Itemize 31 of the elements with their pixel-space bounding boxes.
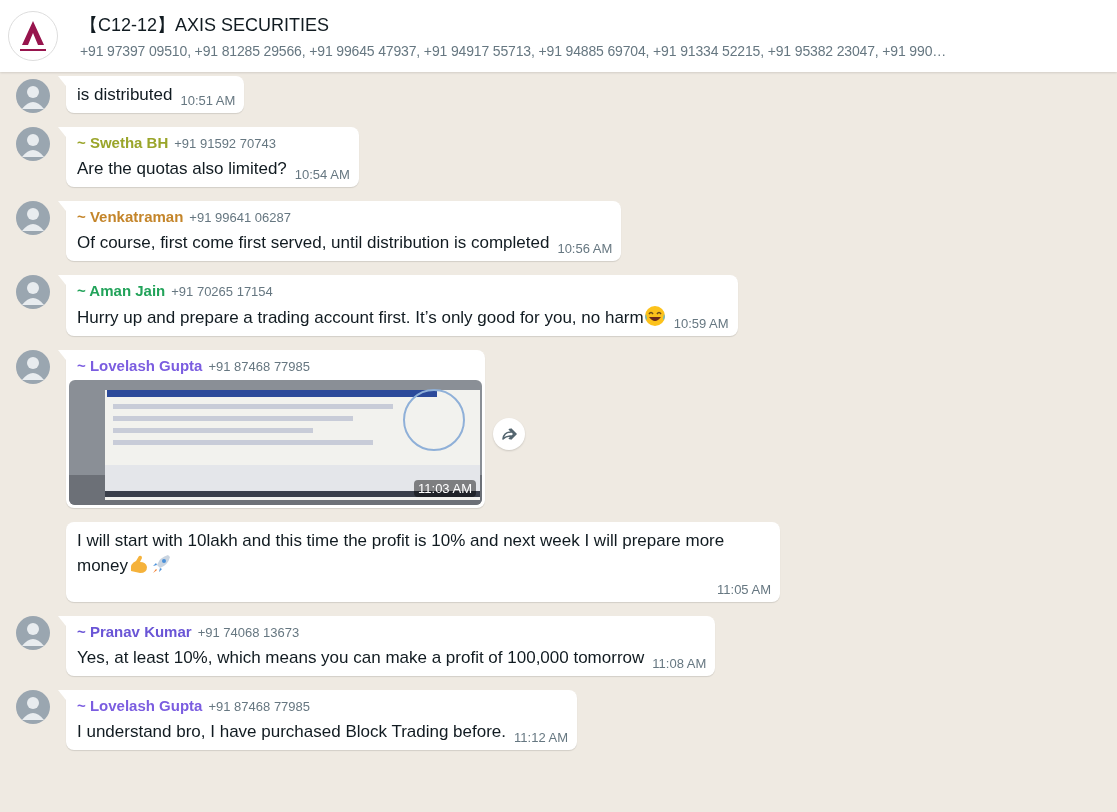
- sender-phone: +91 91592 70743: [174, 136, 276, 151]
- message-time: 10:54 AM: [293, 166, 350, 184]
- message-time: 11:08 AM: [651, 655, 707, 673]
- message-text: I will start with 10lakh and this time the profit is 10% and next week I will prepare more money: [77, 531, 725, 575]
- sender-phone: +91 74068 13673: [197, 625, 300, 640]
- sender-name[interactable]: ~ Venkatraman: [77, 208, 184, 225]
- message-time: 11:05 AM: [716, 581, 771, 599]
- sender-phone: +91 99641 06287: [189, 210, 291, 225]
- member-list: +91 97397 09510, +91 81285 29566, +91 99645 47937, +91 94917 55713, +91 94885 69704, +91 91334 52215, +91 95382 23047, +91 990…: [80, 43, 947, 59]
- message-time: 10:59 AM: [672, 315, 729, 333]
- message-text: Are the quotas also limited?: [77, 159, 287, 178]
- message-time: 11:12 AM: [513, 729, 568, 747]
- sender-name[interactable]: ~ Swetha BH: [77, 134, 169, 151]
- sender-phone: +91 87468 77985: [208, 359, 311, 374]
- forward-icon: [500, 426, 518, 442]
- group-logo[interactable]: [8, 11, 58, 61]
- forward-button[interactable]: [493, 418, 525, 450]
- message-time: 10:56 AM: [556, 240, 613, 258]
- message-text: Yes, at least 10%, which means you can make a profit of 100,000 tomorrow: [77, 648, 645, 667]
- message-text: Of course, first come first served, until distribution is completed: [77, 233, 550, 252]
- sender-name[interactable]: ~ Lovelash Gupta: [77, 697, 203, 714]
- sender-name[interactable]: ~ Aman Jain: [77, 282, 166, 299]
- sender-phone: +91 70265 17154: [171, 284, 273, 299]
- sender-name[interactable]: ~ Lovelash Gupta: [77, 357, 203, 374]
- sender-phone: +91 87468 77985: [208, 699, 311, 714]
- message-time: 10:51 AM: [179, 92, 236, 110]
- group-title[interactable]: 【C12-12】AXIS SECURITIES: [80, 13, 947, 37]
- sender-name[interactable]: ~ Pranav Kumar: [77, 623, 192, 640]
- message-text: is distributed: [77, 85, 173, 104]
- message-text: Hurry up and prepare a trading account first. It’s only good for you, no harm: [77, 308, 644, 327]
- message-text: I understand bro, I have purchased Block Trading before.: [77, 722, 507, 741]
